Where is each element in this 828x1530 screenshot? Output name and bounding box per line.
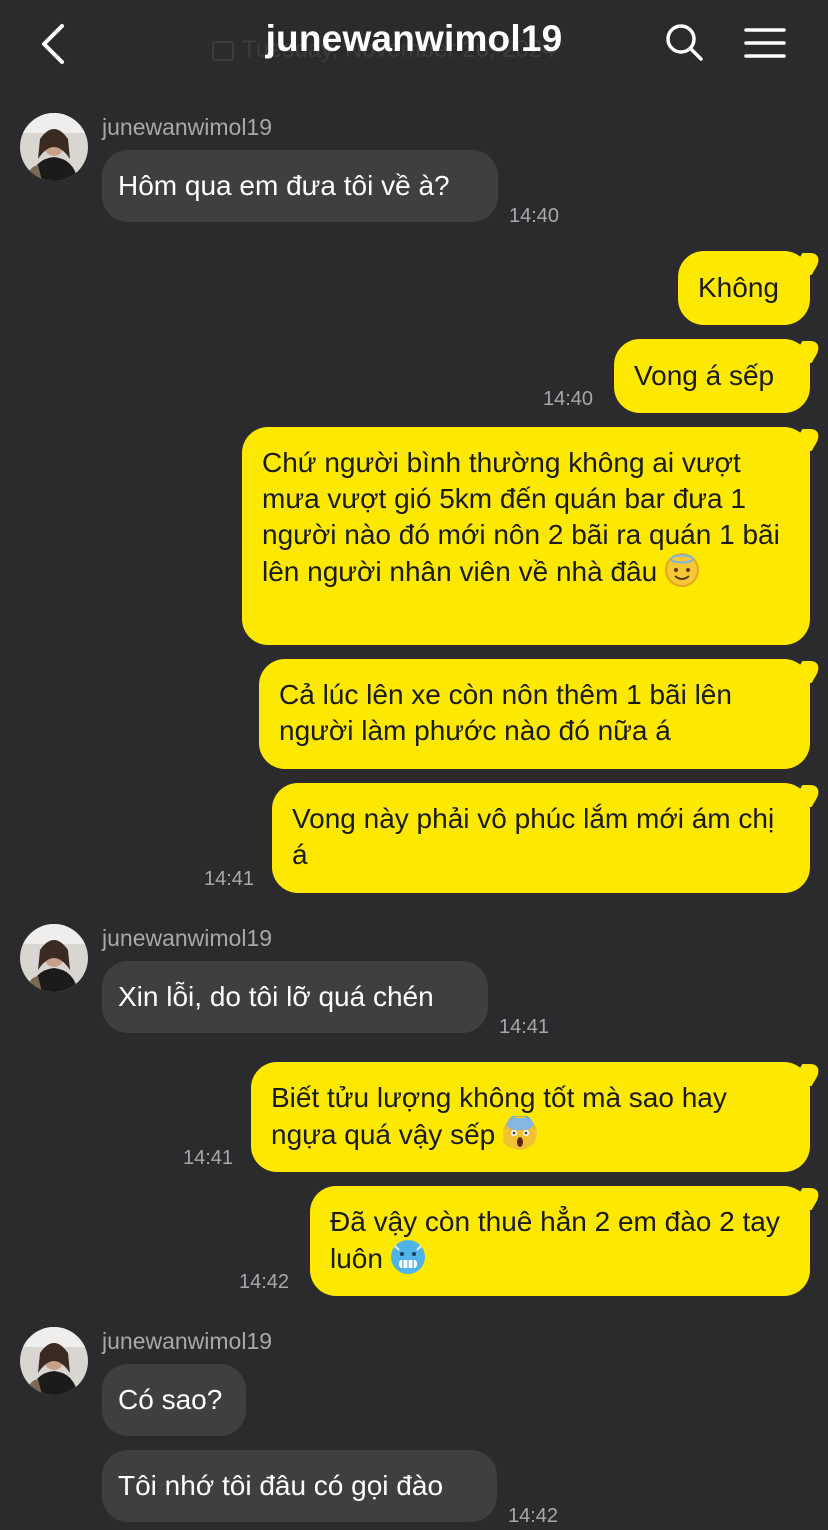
incoming-message[interactable]: Hôm qua em đưa tôi về à? [102, 150, 498, 222]
search-icon[interactable] [664, 22, 704, 62]
message-text: Vong á sếp [634, 360, 775, 391]
message-text: Chứ người bình thường không ai vượt mưa … [262, 447, 788, 587]
outgoing-message[interactable]: Biết tửu lượng không tốt mà sao hay ngựa… [251, 1062, 810, 1172]
avatar[interactable] [20, 1327, 88, 1395]
message-text: Hôm qua em đưa tôi về à? [118, 170, 450, 201]
outgoing-message[interactable]: Vong á sếp [614, 339, 810, 413]
avatar[interactable] [20, 113, 88, 181]
message-time: 14:42 [239, 1271, 290, 1293]
sender-name: junewanwimol19 [102, 925, 273, 951]
message-time: 14:41 [204, 868, 255, 890]
sender-name: junewanwimol19 [102, 114, 273, 140]
sender-name: junewanwimol19 [102, 1328, 273, 1354]
message-text: Không [698, 272, 779, 303]
outgoing-message[interactable]: Vong này phải vô phúc lắm mới ám chị á [272, 783, 810, 893]
message-time: 14:40 [509, 205, 560, 227]
message-text: Vong này phải vô phúc lắm mới ám chị á [292, 803, 782, 870]
message-time: 14:42 [508, 1505, 559, 1527]
incoming-message[interactable]: Xin lỗi, do tôi lỡ quá chén [102, 961, 488, 1033]
message-text: Có sao? [118, 1384, 223, 1415]
message-text: Tôi nhớ tôi đâu có gọi đào [118, 1470, 444, 1501]
message-text: Cả lúc lên xe còn nôn thêm 1 bãi lên ngư… [279, 679, 740, 746]
menu-icon[interactable] [744, 26, 786, 60]
outgoing-message[interactable]: Cả lúc lên xe còn nôn thêm 1 bãi lên ngư… [259, 659, 810, 769]
message-time: 14:40 [543, 388, 594, 410]
face-screaming-in-fear-icon [502, 1114, 538, 1150]
outgoing-message[interactable]: Chứ người bình thường không ai vượt mưa … [242, 427, 810, 645]
message-text: Xin lỗi, do tôi lỡ quá chén [118, 981, 434, 1012]
message-time: 14:41 [183, 1147, 234, 1169]
smiling-face-with-halo-icon [664, 553, 699, 587]
outgoing-message[interactable]: Đã vậy còn thuê hẳn 2 em đào 2 tay luôn [310, 1186, 810, 1296]
outgoing-message[interactable]: Không [678, 251, 810, 325]
chat-header: Tuesday, November 26, 2024 junewanwimol1… [0, 0, 828, 90]
incoming-message[interactable]: Có sao? [102, 1364, 246, 1436]
incoming-message[interactable]: Tôi nhớ tôi đâu có gọi đào [102, 1450, 497, 1522]
cold-face-icon [390, 1240, 425, 1274]
avatar[interactable] [20, 924, 88, 992]
message-time: 14:41 [499, 1016, 550, 1038]
